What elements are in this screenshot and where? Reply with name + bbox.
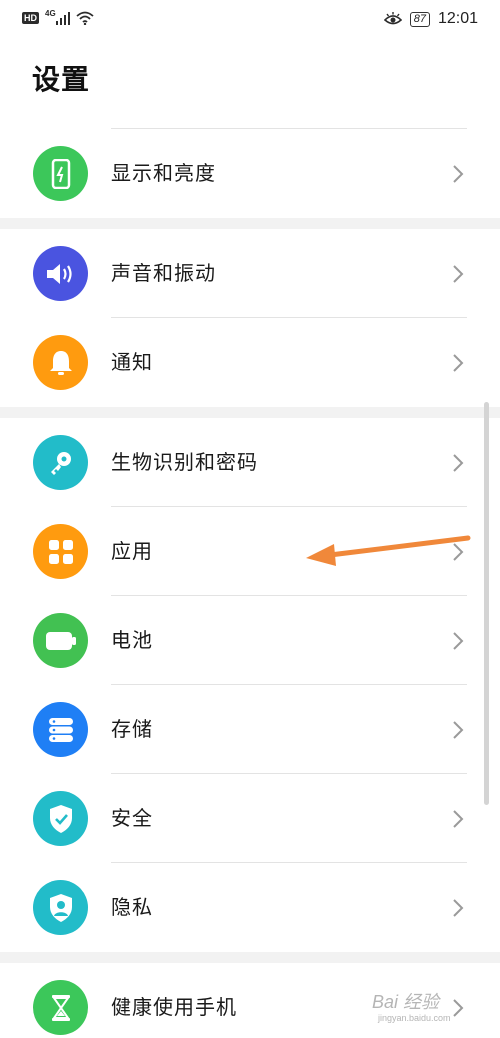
shield-check-icon (33, 791, 88, 846)
settings-item-sound[interactable]: 声音和振动 (0, 229, 500, 318)
settings-item-battery[interactable]: 电池 (0, 596, 500, 685)
settings-item-label: 显示和亮度 (111, 161, 216, 185)
status-left: HD 4G (22, 8, 94, 25)
apps-grid-icon (33, 524, 88, 579)
settings-group-display: 显示和亮度 (0, 129, 500, 218)
settings-item-privacy[interactable]: 隐私 (0, 863, 500, 952)
clock: 12:01 (437, 10, 478, 27)
watermark: Bai 经验 (372, 992, 440, 1012)
chevron-right-icon (453, 454, 464, 472)
status-bar: HD 4G 87 12:01 (0, 0, 500, 40)
settings-item-label: 应用 (111, 539, 153, 563)
eye-comfort-icon (383, 12, 402, 25)
battery-icon (33, 613, 88, 668)
status-right: 87 12:01 (383, 10, 478, 28)
page-title: 设置 (32, 63, 91, 96)
storage-icon (33, 702, 88, 757)
hourglass-icon (33, 980, 88, 1035)
chevron-right-icon (453, 810, 464, 828)
settings-item-label: 安全 (111, 806, 153, 830)
settings-item-notifications[interactable]: 通知 (0, 318, 500, 407)
chevron-right-icon (453, 354, 464, 372)
chevron-right-icon (453, 899, 464, 917)
display-icon (33, 146, 88, 201)
key-icon (33, 435, 88, 490)
chevron-right-icon (453, 165, 464, 183)
settings-item-label: 存储 (111, 717, 153, 741)
settings-item-label: 健康使用手机 (111, 995, 237, 1019)
signal-icon (55, 12, 70, 25)
chevron-right-icon (453, 265, 464, 283)
hd-badge: HD (22, 12, 39, 24)
chevron-right-icon (453, 721, 464, 739)
group-separator (0, 407, 500, 418)
settings-item-label: 声音和振动 (111, 261, 216, 285)
settings-group-sound: 声音和振动 通知 (0, 229, 500, 407)
settings-item-display[interactable]: 显示和亮度 (0, 129, 500, 218)
privacy-shield-icon (33, 880, 88, 935)
wifi-icon (76, 11, 94, 25)
network-type-label: 4G (45, 8, 56, 18)
settings-group-system: 生物识别和密码 应用 电池 存储 安全 隐私 (0, 418, 500, 952)
chevron-right-icon (453, 632, 464, 650)
group-separator (0, 218, 500, 229)
watermark-url: jingyan.baidu.com (378, 1013, 451, 1023)
settings-item-storage[interactable]: 存储 (0, 685, 500, 774)
settings-item-label: 生物识别和密码 (111, 450, 258, 474)
settings-item-label: 通知 (111, 350, 153, 374)
bell-icon (33, 335, 88, 390)
settings-item-label: 隐私 (111, 895, 153, 919)
settings-item-biometrics[interactable]: 生物识别和密码 (0, 418, 500, 507)
chevron-right-icon (453, 999, 464, 1017)
group-separator (0, 952, 500, 963)
annotation-arrow (306, 535, 471, 566)
settings-item-label: 电池 (111, 628, 153, 652)
scrollbar[interactable] (484, 402, 489, 805)
settings-item-security[interactable]: 安全 (0, 774, 500, 863)
battery-indicator: 87 (409, 11, 430, 27)
speaker-icon (33, 246, 88, 301)
